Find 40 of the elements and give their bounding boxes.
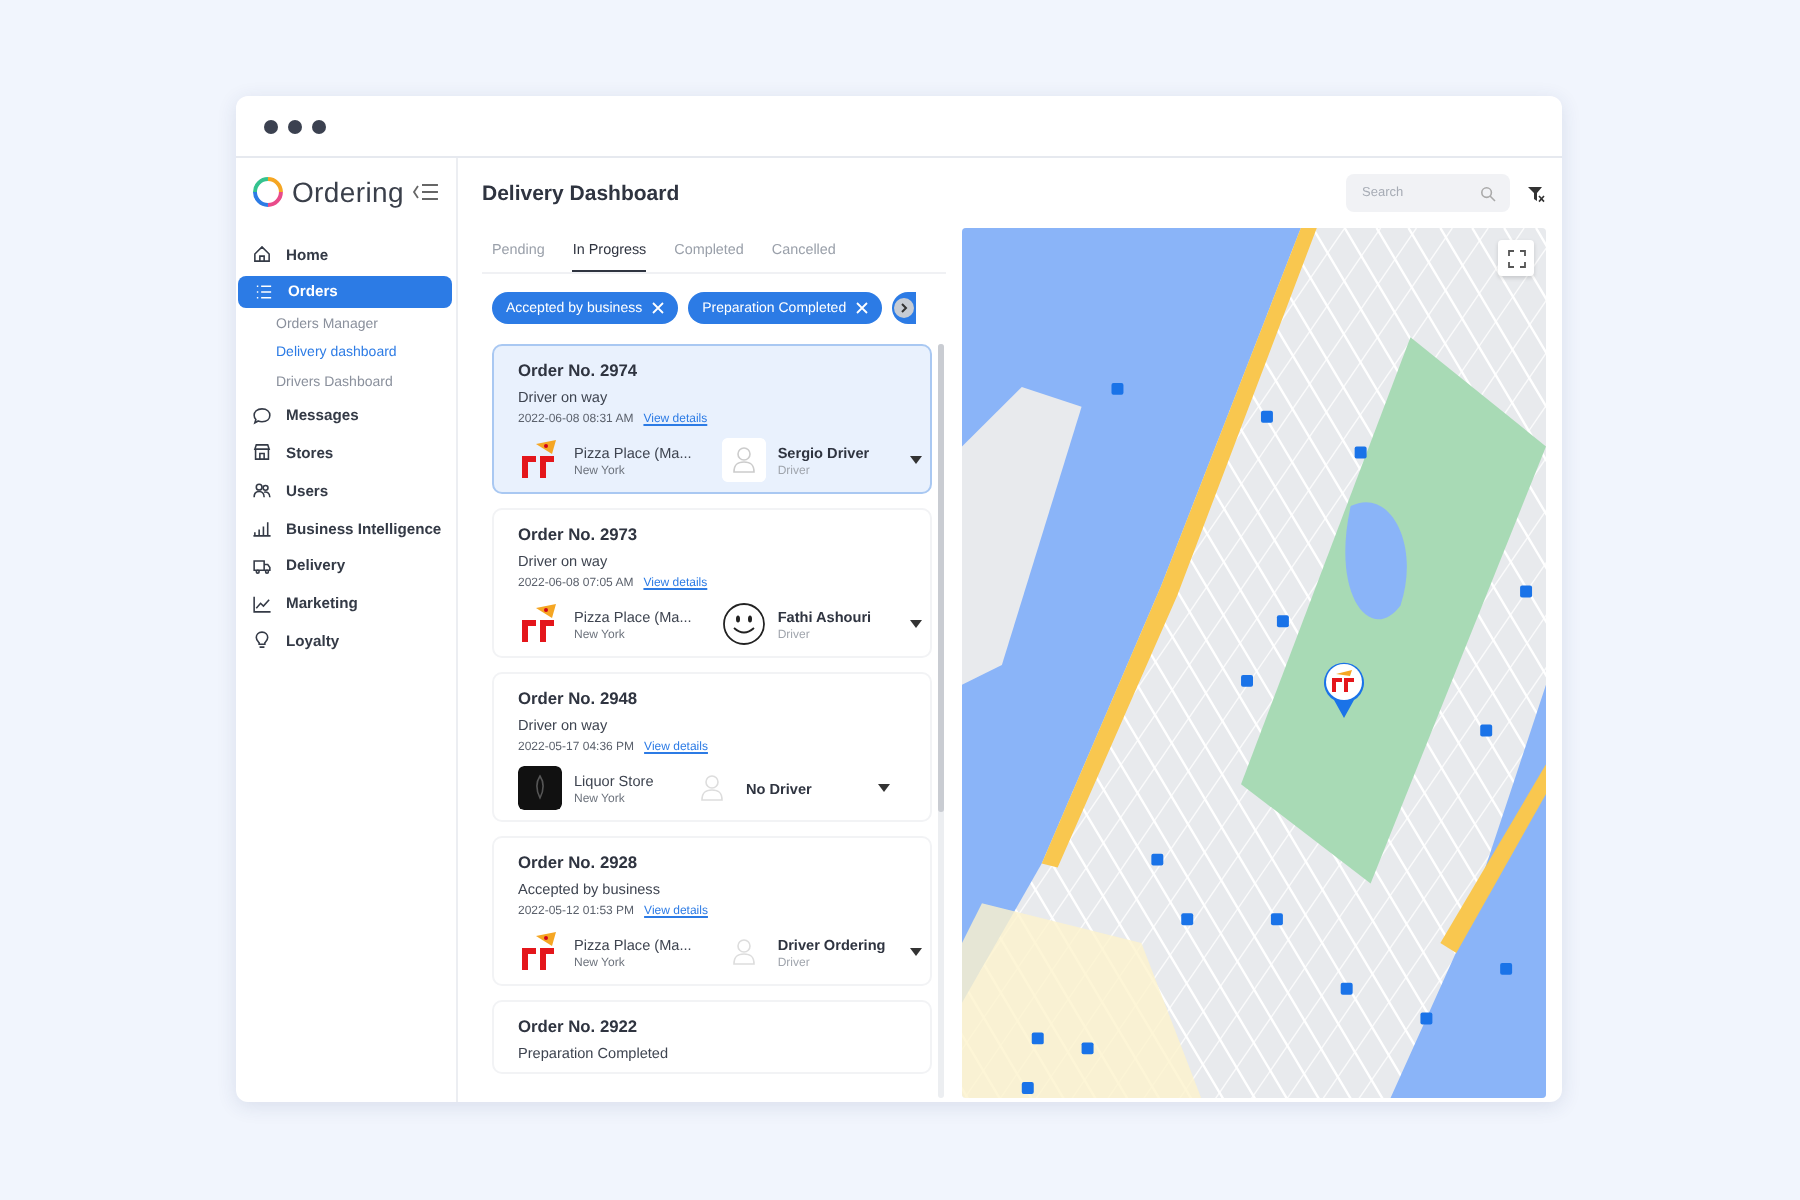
menu-item-icon: [252, 555, 272, 576]
menu-item-icon: [252, 480, 272, 501]
collapse-menu-icon[interactable]: [412, 182, 440, 202]
order-number: Order No. 2948: [518, 688, 640, 708]
order-number: Order No. 2973: [518, 524, 640, 544]
logo-icon: [252, 176, 284, 208]
fullscreen-icon: [1507, 249, 1525, 267]
scrollbar[interactable]: [938, 344, 944, 1098]
menu-item-icon: [252, 405, 272, 426]
menu-item-icon: [252, 518, 272, 539]
fullscreen-button[interactable]: [1498, 240, 1534, 276]
search-icon: [1480, 185, 1496, 201]
caret-icon[interactable]: [909, 456, 922, 464]
close-icon[interactable]: [652, 302, 665, 314]
store-logo-icon: [518, 766, 562, 810]
menu-item-icon: [252, 244, 272, 265]
menu-item-icon: [252, 442, 272, 463]
caret-icon[interactable]: [909, 620, 922, 628]
close-icon[interactable]: [856, 302, 869, 314]
window-dot-icon: [264, 119, 278, 133]
caret-icon[interactable]: [878, 784, 890, 792]
pizza-logo-icon: [518, 602, 562, 646]
chevron-right-icon: [894, 298, 915, 318]
smiley-avatar-icon: [721, 602, 766, 646]
page-title: Delivery Dashboard: [482, 181, 680, 205]
clear-filter-icon[interactable]: [1526, 183, 1546, 203]
menu-item-icon: [254, 281, 274, 302]
order-number: Order No. 2922: [518, 1016, 640, 1036]
order-number: Order No. 2928: [518, 852, 640, 872]
pizza-logo-icon: [518, 930, 562, 974]
scroll-chips-button[interactable]: [892, 292, 917, 324]
window-dot-icon: [288, 119, 302, 133]
window-dot-icon: [312, 119, 326, 133]
brand-name: Ordering: [291, 176, 405, 208]
order-number: Order No. 2974: [518, 360, 640, 380]
pizza-logo-icon: [518, 438, 562, 482]
menu-item-icon: [252, 593, 272, 614]
map-pin-icon[interactable]: [1320, 660, 1368, 720]
menu-item-icon: [252, 630, 272, 651]
caret-icon[interactable]: [909, 948, 922, 956]
